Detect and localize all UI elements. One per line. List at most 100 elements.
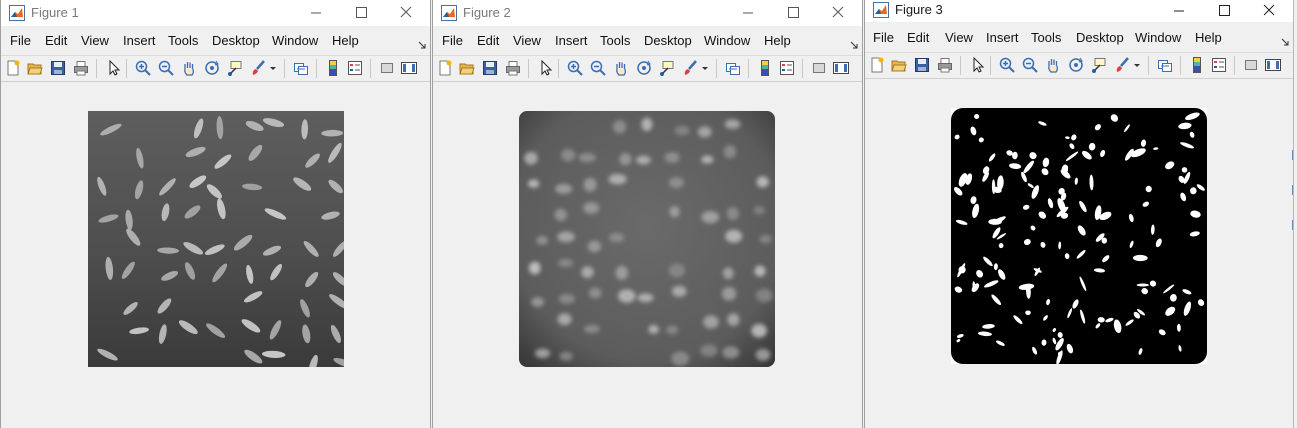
menu-edit[interactable]: Edit: [907, 30, 929, 46]
menu-tools[interactable]: Tools: [168, 33, 198, 49]
close-button[interactable]: [384, 0, 428, 26]
close-button[interactable]: [1247, 0, 1291, 22]
edit-plot-icon[interactable]: [537, 60, 553, 76]
legend-icon[interactable]: [347, 60, 363, 76]
menu-window[interactable]: Window: [704, 33, 750, 49]
menu-help[interactable]: Help: [1195, 30, 1222, 46]
menu-insert[interactable]: Insert: [123, 33, 156, 49]
maximize-button[interactable]: [771, 0, 815, 26]
menu-edit[interactable]: Edit: [477, 33, 499, 49]
colorbar-icon[interactable]: [1189, 57, 1205, 73]
brush-dropdown-icon[interactable]: [269, 60, 277, 76]
rotate-3d-icon[interactable]: [1068, 57, 1084, 73]
brush-dropdown-icon[interactable]: [701, 60, 709, 76]
new-figure-icon[interactable]: [437, 60, 453, 76]
zoom-out-icon[interactable]: [590, 60, 606, 76]
zoom-in-icon[interactable]: [999, 57, 1015, 73]
maximize-button[interactable]: [1202, 0, 1246, 22]
colorbar-icon[interactable]: [757, 60, 773, 76]
open-file-icon[interactable]: [459, 60, 475, 76]
menu-tools[interactable]: Tools: [600, 33, 630, 49]
window-title: Figure 2: [463, 5, 511, 20]
edit-plot-icon[interactable]: [105, 60, 121, 76]
hide-plot-tools-icon[interactable]: [379, 60, 395, 76]
minimize-button[interactable]: [1157, 0, 1201, 22]
new-figure-icon[interactable]: [869, 57, 885, 73]
menu-help[interactable]: Help: [332, 33, 359, 49]
menu-edit[interactable]: Edit: [45, 33, 67, 49]
edit-plot-icon[interactable]: [969, 57, 985, 73]
brush-dropdown-icon[interactable]: [1133, 57, 1141, 73]
data-cursor-icon[interactable]: [659, 60, 675, 76]
data-cursor-icon[interactable]: [1091, 57, 1107, 73]
colorbar-icon[interactable]: [325, 60, 341, 76]
print-icon[interactable]: [937, 57, 953, 73]
show-plot-tools-icon[interactable]: [833, 60, 849, 76]
zoom-out-icon[interactable]: [1022, 57, 1038, 73]
hide-plot-tools-icon[interactable]: [1243, 57, 1259, 73]
menu-file[interactable]: File: [442, 33, 463, 49]
data-cursor-icon[interactable]: [227, 60, 243, 76]
menu-file[interactable]: File: [10, 33, 31, 49]
title-bar[interactable]: Figure 3: [865, 0, 1293, 22]
blob: [664, 152, 680, 163]
title-bar[interactable]: Figure 2: [433, 0, 862, 26]
binary-mask-image[interactable]: [951, 108, 1207, 364]
save-icon[interactable]: [482, 60, 498, 76]
menu-overflow-arrow-icon[interactable]: [418, 36, 426, 49]
show-plot-tools-icon[interactable]: [1265, 57, 1281, 73]
blob: [617, 289, 636, 303]
maximize-button[interactable]: [339, 0, 383, 26]
original-rice-image[interactable]: [88, 111, 344, 367]
print-icon[interactable]: [505, 60, 521, 76]
minimize-button[interactable]: [294, 0, 338, 26]
menu-overflow-arrow-icon[interactable]: [850, 36, 858, 49]
title-bar[interactable]: Figure 1: [1, 0, 430, 26]
pan-icon[interactable]: [613, 60, 629, 76]
menu-view[interactable]: View: [513, 33, 541, 49]
menu-help[interactable]: Help: [764, 33, 791, 49]
brush-icon[interactable]: [683, 60, 699, 76]
save-icon[interactable]: [50, 60, 66, 76]
legend-icon[interactable]: [779, 60, 795, 76]
open-file-icon[interactable]: [891, 57, 907, 73]
rotate-3d-icon[interactable]: [636, 60, 652, 76]
link-plot-icon[interactable]: [725, 60, 741, 76]
legend-icon[interactable]: [1211, 57, 1227, 73]
menu-window[interactable]: Window: [1135, 30, 1181, 46]
menu-file[interactable]: File: [873, 30, 894, 46]
menu-insert[interactable]: Insert: [986, 30, 1019, 46]
link-plot-icon[interactable]: [1157, 57, 1173, 73]
print-icon[interactable]: [73, 60, 89, 76]
rotate-3d-icon[interactable]: [204, 60, 220, 76]
brush-icon[interactable]: [251, 60, 267, 76]
zoom-in-icon[interactable]: [567, 60, 583, 76]
new-figure-icon[interactable]: [5, 60, 21, 76]
link-plot-icon[interactable]: [293, 60, 309, 76]
blob: [608, 232, 625, 243]
toolbar-separator: [716, 59, 717, 78]
menu-desktop[interactable]: Desktop: [1076, 30, 1124, 46]
hide-plot-tools-icon[interactable]: [811, 60, 827, 76]
menu-tools[interactable]: Tools: [1031, 30, 1061, 46]
zoom-out-icon[interactable]: [158, 60, 174, 76]
minimize-button[interactable]: [726, 0, 770, 26]
menu-desktop[interactable]: Desktop: [212, 33, 260, 49]
close-button[interactable]: [816, 0, 860, 26]
menu-insert[interactable]: Insert: [555, 33, 588, 49]
menu-window[interactable]: Window: [272, 33, 318, 49]
menu-view[interactable]: View: [945, 30, 973, 46]
zoom-in-icon[interactable]: [135, 60, 151, 76]
show-plot-tools-icon[interactable]: [401, 60, 417, 76]
background-subtracted-image[interactable]: [519, 111, 775, 367]
save-icon[interactable]: [914, 57, 930, 73]
menu-view[interactable]: View: [81, 33, 109, 49]
figure-1-window: Figure 1 File Edit View Insert Tools Des…: [0, 0, 431, 428]
pan-icon[interactable]: [1045, 57, 1061, 73]
open-file-icon[interactable]: [27, 60, 43, 76]
pan-icon[interactable]: [181, 60, 197, 76]
brush-icon[interactable]: [1115, 57, 1131, 73]
toolbar-separator: [1148, 56, 1149, 75]
menu-desktop[interactable]: Desktop: [644, 33, 692, 49]
menu-overflow-arrow-icon[interactable]: [1281, 33, 1289, 46]
